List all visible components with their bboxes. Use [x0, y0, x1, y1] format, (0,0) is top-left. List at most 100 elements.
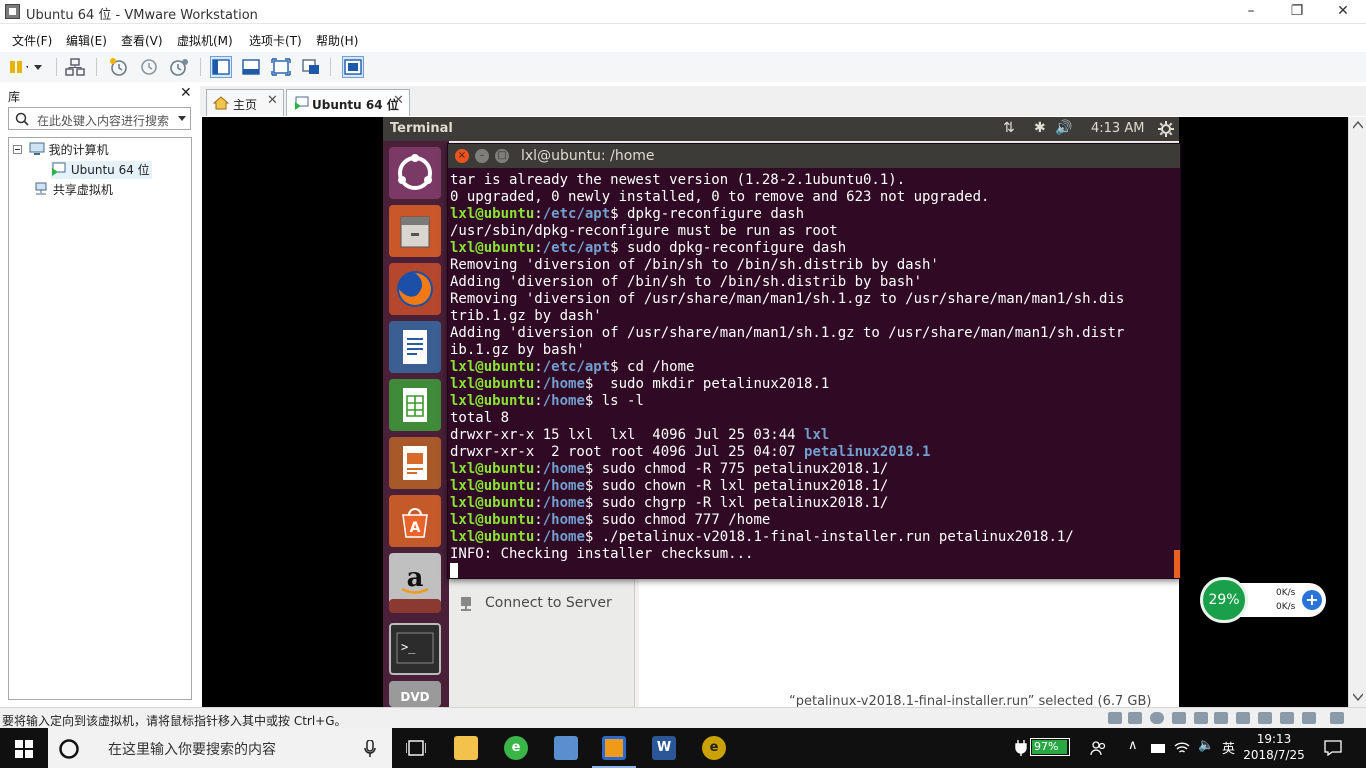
word-icon[interactable]: W — [640, 728, 688, 768]
terminal-close-button[interactable]: × — [455, 149, 469, 163]
tray-device-icon[interactable] — [1150, 741, 1166, 755]
revert-snapshot-icon[interactable] — [138, 56, 160, 78]
volume-icon[interactable]: 🔊 — [1055, 120, 1072, 136]
browser-icon[interactable]: e — [492, 728, 540, 768]
guest-clock[interactable]: 4:13 AM — [1091, 121, 1144, 136]
send-ctrl-alt-del-icon[interactable] — [64, 56, 86, 78]
microphone-icon[interactable] — [364, 740, 376, 758]
show-hidden-icons[interactable]: ∧ — [1128, 738, 1138, 753]
taskbar-search-input[interactable]: 在这里输入你要搜索的内容 — [48, 728, 392, 768]
file-manager-window[interactable]: Connect to Server “petalinux-v2018.1-fin… — [449, 572, 1179, 707]
show-library-icon[interactable] — [210, 56, 232, 78]
menu-vm[interactable]: 虚拟机(M) — [177, 32, 233, 49]
impress-icon[interactable] — [389, 437, 441, 489]
menu-help[interactable]: 帮助(H) — [316, 32, 358, 49]
fullscreen-icon[interactable] — [270, 56, 292, 78]
usb-icon[interactable] — [1194, 712, 1208, 724]
floppy-icon[interactable] — [1150, 712, 1164, 724]
prompt-path: /home — [542, 495, 585, 511]
close-button[interactable]: ✕ — [1320, 0, 1366, 24]
menu-edit[interactable]: 编辑(E) — [66, 32, 107, 49]
expand-plus-icon[interactable]: + — [1302, 590, 1322, 610]
terminal-minimize-button[interactable]: – — [475, 149, 489, 163]
minimize-button[interactable]: – — [1228, 0, 1274, 24]
notifications-icon[interactable] — [1324, 740, 1342, 756]
tab-home[interactable]: 主页 ✕ — [206, 89, 284, 116]
sound-card-icon[interactable] — [1236, 712, 1250, 724]
chevron-down-icon[interactable] — [178, 116, 187, 122]
tree-item-shared-vms[interactable]: 共享虚拟机 — [33, 181, 113, 199]
menu-view[interactable]: 查看(V) — [121, 32, 163, 49]
windows-start-icon[interactable] — [15, 740, 33, 758]
library-search-input[interactable]: 在此处键入内容进行搜索 — [8, 107, 191, 130]
bluetooth-icon[interactable]: ✱ — [1034, 120, 1046, 136]
thumbnail-bar-icon[interactable] — [240, 56, 262, 78]
task-view-icon[interactable] — [392, 728, 440, 768]
terminal-scrollbar[interactable] — [1174, 550, 1180, 578]
power-plug-icon[interactable] — [1014, 740, 1028, 756]
tree-item-my-computer[interactable]: 我的计算机 — [13, 141, 109, 159]
collapse-icon[interactable] — [13, 145, 23, 155]
tab-label: Ubuntu 64 位 — [312, 98, 399, 112]
console-view-icon[interactable] — [342, 56, 364, 78]
connect-to-server-item[interactable]: Connect to Server — [485, 595, 612, 611]
firefox-icon[interactable] — [389, 263, 441, 315]
terminal-window[interactable]: × – □ lxl@ubuntu: /home tar is already t… — [447, 143, 1181, 579]
close-library-icon[interactable]: ✕ — [180, 85, 192, 101]
ime-indicator[interactable]: 英 — [1222, 738, 1235, 757]
ubuntu-dash-icon[interactable] — [389, 147, 441, 199]
unity-launcher: A a >_ DVD — [383, 141, 449, 707]
vm-console[interactable]: Terminal ⇅ ✱ 🔊 4:13 AM A a >_ DVD Connec… — [202, 117, 1348, 707]
volume-tray-icon[interactable]: 🔈 — [1198, 738, 1214, 753]
app-icon[interactable]: e — [690, 728, 738, 768]
files-icon[interactable] — [389, 205, 441, 257]
prompt-user: lxl@ubuntu — [450, 393, 535, 409]
console-vertical-scrollbar[interactable] — [1348, 117, 1366, 707]
unity-mode-icon[interactable] — [300, 56, 322, 78]
battery-indicator[interactable]: 97% — [1030, 738, 1070, 756]
display-icon[interactable] — [1258, 712, 1272, 724]
menu-file[interactable]: 文件(F) — [12, 32, 52, 49]
dvd-icon[interactable]: DVD — [389, 681, 441, 707]
close-tab-icon[interactable]: ✕ — [393, 93, 404, 108]
snapshot-manager-icon[interactable] — [168, 56, 190, 78]
memory-usage-badge[interactable]: 29% — [1200, 577, 1248, 623]
ubuntu-desktop[interactable]: Terminal ⇅ ✱ 🔊 4:13 AM A a >_ DVD Connec… — [383, 117, 1181, 707]
fullscreen-toggle-icon[interactable] — [1330, 712, 1344, 724]
wifi-icon[interactable] — [1174, 740, 1190, 756]
tree-item-ubuntu-vm[interactable]: Ubuntu 64 位 — [51, 161, 152, 179]
vmware-taskbar-icon[interactable] — [590, 728, 638, 768]
shared-folder-icon[interactable] — [1280, 712, 1294, 724]
terminal-maximize-button[interactable]: □ — [495, 149, 509, 163]
network-speed-widget[interactable]: ↑ ↓ 0K/s 0K/s + 29% — [1200, 577, 1328, 623]
prompt-sep: : — [534, 512, 543, 528]
scroll-up-icon[interactable] — [1353, 121, 1363, 129]
cd-drive-icon[interactable] — [1128, 712, 1142, 724]
network-adapter-icon[interactable] — [1172, 712, 1186, 724]
printer-icon[interactable] — [1214, 712, 1228, 724]
network-indicator-icon[interactable]: ⇅ — [1003, 120, 1015, 136]
menu-tabs[interactable]: 选项卡(T) — [249, 32, 302, 49]
file-manager-content[interactable] — [639, 572, 1179, 707]
software-center-icon[interactable]: A — [389, 495, 441, 547]
calc-icon[interactable] — [389, 379, 441, 431]
restore-button[interactable]: ❐ — [1274, 0, 1320, 24]
pause-icon[interactable] — [6, 56, 32, 78]
snapshot-icon[interactable] — [108, 56, 130, 78]
amazon-icon[interactable]: a — [389, 553, 441, 605]
settings-icon[interactable] — [389, 599, 441, 613]
terminal-output[interactable]: tar is already the newest version (1.28-… — [448, 168, 1180, 578]
writer-icon[interactable] — [389, 321, 441, 373]
terminal-icon[interactable]: >_ — [389, 623, 441, 675]
close-tab-icon[interactable]: ✕ — [267, 93, 278, 108]
image-viewer-icon[interactable] — [542, 728, 590, 768]
people-icon[interactable] — [1090, 740, 1106, 756]
tab-ubuntu[interactable]: Ubuntu 64 位 ✕ — [286, 89, 410, 116]
chevron-down-icon[interactable] — [28, 56, 50, 78]
message-log-icon[interactable] — [1302, 712, 1316, 724]
system-clock[interactable]: 19:13 2018/7/25 — [1240, 731, 1308, 763]
scroll-down-icon[interactable] — [1353, 693, 1363, 701]
file-explorer-icon[interactable] — [442, 728, 490, 768]
hard-disk-icon[interactable] — [1108, 712, 1122, 724]
gear-icon[interactable] — [1158, 121, 1174, 137]
